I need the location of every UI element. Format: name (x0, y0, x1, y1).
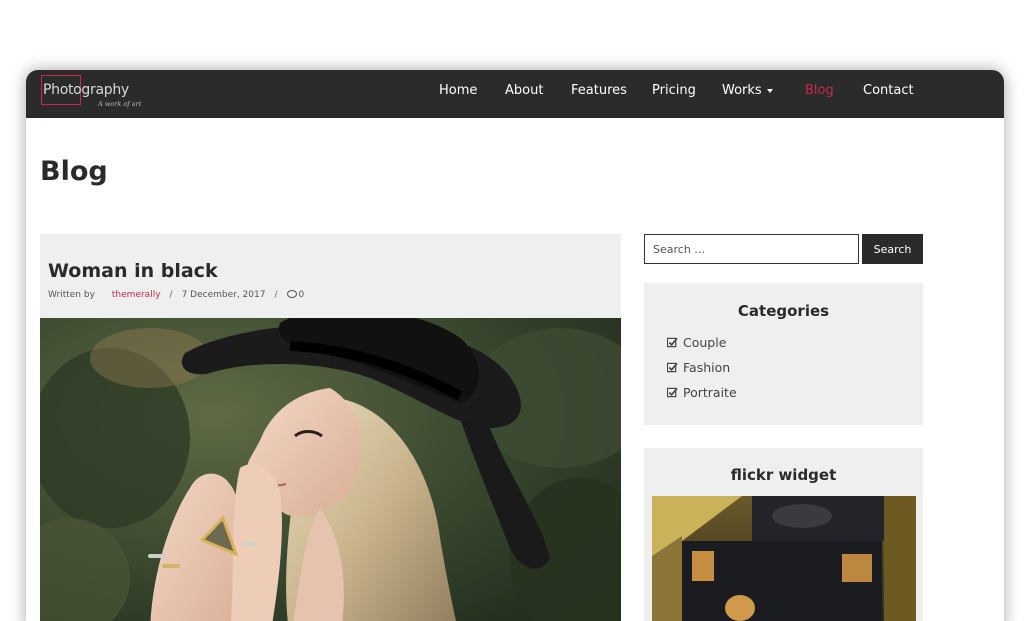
meta-separator: / (169, 290, 173, 300)
flickr-photo[interactable] (652, 496, 916, 621)
category-couple[interactable]: Couple (667, 330, 737, 355)
category-label: Portraite (683, 385, 737, 400)
meta-separator: / (274, 290, 278, 300)
nav-home[interactable]: Home (439, 83, 477, 98)
navbar: Photography A work of art Home About Fea… (26, 70, 1004, 118)
category-label: Couple (683, 335, 727, 350)
caret-down-icon (766, 88, 773, 93)
comment-count[interactable]: 0 (299, 290, 305, 300)
nav-pricing[interactable]: Pricing (652, 83, 696, 98)
nav-about[interactable]: About (505, 83, 543, 98)
browser-frame: Photography A work of art Home About Fea… (26, 70, 1004, 621)
post-author-link[interactable]: themerally (112, 290, 161, 300)
logo-tagline: A work of art (98, 100, 142, 108)
comment-icon[interactable] (286, 289, 297, 298)
post-title[interactable]: Woman in black (48, 260, 218, 282)
logo-text: Photography (43, 82, 129, 98)
category-label: Fashion (683, 360, 731, 375)
post-header: Woman in black Written by themerally / 7 De… (40, 234, 621, 318)
post-featured-image[interactable] (40, 318, 621, 621)
nav-works[interactable]: Works (722, 83, 773, 98)
checkbox-check-icon (667, 337, 678, 348)
flickr-title: flickr widget (730, 466, 837, 484)
categories-widget: Categories Couple Fashion Portraite (644, 283, 923, 425)
categories-title: Categories (737, 302, 830, 320)
nav-blog[interactable]: Blog (805, 83, 834, 98)
page-title: Blog (40, 156, 108, 187)
category-fashion[interactable]: Fashion (667, 355, 737, 380)
written-by-label: Written by (48, 290, 95, 300)
search-input[interactable] (644, 234, 859, 264)
checkbox-check-icon (667, 387, 678, 398)
post-date: 7 December, 2017 (181, 290, 266, 300)
blog-post: Woman in black Written by themerally / 7 De… (40, 234, 621, 621)
flickr-photo-image (652, 496, 916, 621)
flickr-widget: flickr widget (644, 448, 923, 621)
logo[interactable]: Photography A work of art (40, 74, 150, 114)
post-meta: Written by themerally / 7 December, 2017 / 0 (48, 289, 305, 300)
search-button[interactable]: Search (862, 234, 923, 264)
woman-in-hat-photo (40, 318, 621, 621)
categories-list: Couple Fashion Portraite (667, 330, 737, 405)
category-portraite[interactable]: Portraite (667, 380, 737, 405)
nav-features[interactable]: Features (571, 83, 627, 98)
nav-contact[interactable]: Contact (863, 83, 914, 98)
checkbox-check-icon (667, 362, 678, 373)
nav-works-label: Works (722, 83, 762, 98)
